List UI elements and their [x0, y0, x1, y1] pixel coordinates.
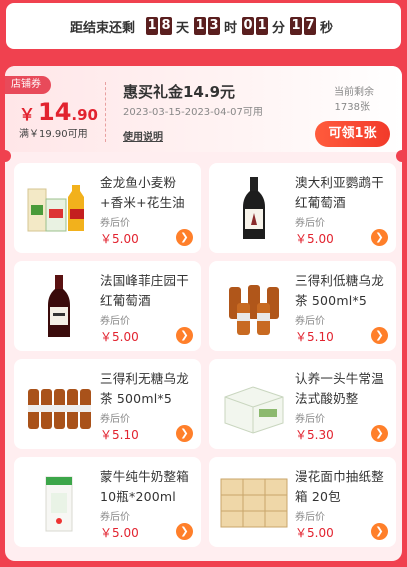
- coupon-notch-right: [396, 150, 402, 162]
- product-price: ￥5.00: [295, 526, 334, 540]
- coupon-amount: ￥ 14 .90: [19, 98, 98, 126]
- remaining-count: 1738张: [334, 102, 370, 113]
- product-name: 三得利无糖乌龙茶 500ml*5: [100, 371, 189, 406]
- hour-digit: 3: [207, 17, 220, 35]
- milk-box-icon: [45, 476, 73, 532]
- tea-bottles-icon: [28, 389, 91, 429]
- second-unit: 秒: [320, 20, 334, 36]
- store-coupon-tag: 店铺券: [5, 76, 51, 94]
- tea-bottles-icon: [229, 285, 279, 335]
- tissue-pack-icon: [220, 478, 288, 528]
- product-grid: 金龙鱼小麦粉+香米+花生油 券后价 ￥5.00 ❯ 澳大利亚鹦鹉干红葡萄酒 券后…: [14, 163, 398, 547]
- price-label: 券后价: [100, 512, 130, 523]
- product-price: ￥5.00: [100, 330, 139, 344]
- countdown-label: 距结束还剩: [69, 20, 135, 36]
- product-name: 漫花面巾抽纸整箱 20包: [295, 469, 384, 504]
- grain-oil-bundle-icon: [27, 185, 84, 232]
- price-label: 券后价: [295, 512, 325, 523]
- price-label: 券后价: [100, 218, 130, 229]
- product-card[interactable]: 三得利无糖乌龙茶 500ml*5 券后价 ￥5.10 ❯: [14, 359, 201, 449]
- product-name: 法国峰菲庄园干红葡萄酒: [100, 273, 189, 308]
- chevron-right-icon[interactable]: ❯: [371, 425, 388, 442]
- product-name: 认养一头牛常温法式酸奶整: [295, 371, 384, 406]
- price-label: 券后价: [100, 414, 130, 425]
- product-card[interactable]: 澳大利亚鹦鹉干红葡萄酒 券后价 ￥5.00 ❯: [209, 163, 396, 253]
- day-digit: 1: [145, 17, 158, 35]
- product-price: ￥5.10: [100, 428, 139, 442]
- product-name: 金龙鱼小麦粉+香米+花生油: [100, 175, 185, 210]
- minute-digit: 0: [242, 17, 254, 35]
- price-label: 券后价: [295, 218, 325, 229]
- yogurt-box-icon: [224, 386, 284, 434]
- product-price: ￥5.00: [100, 232, 139, 246]
- amount-integer: 14: [38, 98, 72, 126]
- coupon-panel: 店铺券 ￥ 14 .90 满￥19.90可用 惠买礼金14.9元 2023-03…: [5, 66, 402, 561]
- min-spend: 满￥19.90可用: [19, 129, 88, 140]
- usage-instructions-link[interactable]: 使用说明: [123, 128, 163, 143]
- product-card[interactable]: 认养一头牛常温法式酸奶整 券后价 ￥5.30 ❯: [209, 359, 396, 449]
- hour-unit: 时: [223, 20, 237, 36]
- product-price: ￥5.10: [295, 330, 334, 344]
- amount-decimal: .90: [71, 106, 98, 124]
- chevron-right-icon[interactable]: ❯: [176, 523, 193, 540]
- product-name: 三得利低糖乌龙茶 500ml*5: [295, 273, 384, 308]
- product-price: ￥5.00: [100, 526, 139, 540]
- remaining-label: 当前剩余: [334, 87, 374, 98]
- coupon-card: 店铺券 ￥ 14 .90 满￥19.90可用 惠买礼金14.9元 2023-03…: [5, 66, 402, 152]
- countdown-bar: 距结束还剩 1 8 天 1 3 时 0 1 分 1 7 秒: [6, 3, 401, 49]
- wine-bottle-icon: [243, 177, 265, 239]
- price-label: 券后价: [295, 414, 325, 425]
- coupon-title: 惠买礼金14.9元: [123, 83, 236, 101]
- chevron-right-icon[interactable]: ❯: [371, 523, 388, 540]
- wine-bottle-icon: [48, 275, 70, 337]
- product-price: ￥5.30: [295, 428, 334, 442]
- claim-coupon-button[interactable]: 可领1张: [315, 121, 390, 147]
- day-unit: 天: [175, 20, 189, 36]
- product-card[interactable]: 三得利低糖乌龙茶 500ml*5 券后价 ￥5.10 ❯: [209, 261, 396, 351]
- price-label: 券后价: [295, 316, 325, 327]
- coupon-divider: [105, 82, 106, 142]
- product-name: 蒙牛纯牛奶整箱 10瓶*200ml: [100, 469, 189, 504]
- product-card[interactable]: 法国峰菲庄园干红葡萄酒 券后价 ￥5.00 ❯: [14, 261, 201, 351]
- chevron-right-icon[interactable]: ❯: [176, 229, 193, 246]
- day-digit: 8: [159, 17, 172, 35]
- product-name: 澳大利亚鹦鹉干红葡萄酒: [295, 175, 384, 210]
- hour-digit: 1: [193, 17, 206, 35]
- product-card[interactable]: 金龙鱼小麦粉+香米+花生油 券后价 ￥5.00 ❯: [14, 163, 201, 253]
- minute-unit: 分: [272, 20, 286, 36]
- currency-symbol: ￥: [19, 105, 36, 124]
- minute-digit: 1: [256, 17, 268, 35]
- second-digit: 1: [290, 17, 303, 35]
- second-digit: 7: [304, 17, 317, 35]
- chevron-right-icon[interactable]: ❯: [371, 327, 388, 344]
- product-card[interactable]: 蒙牛纯牛奶整箱 10瓶*200ml 券后价 ￥5.00 ❯: [14, 457, 201, 547]
- price-label: 券后价: [100, 316, 130, 327]
- product-price: ￥5.00: [295, 232, 334, 246]
- coupon-validity: 2023-03-15-2023-04-07可用: [123, 107, 263, 118]
- product-card[interactable]: 漫花面巾抽纸整箱 20包 券后价 ￥5.00 ❯: [209, 457, 396, 547]
- chevron-right-icon[interactable]: ❯: [176, 425, 193, 442]
- chevron-right-icon[interactable]: ❯: [176, 327, 193, 344]
- chevron-right-icon[interactable]: ❯: [371, 229, 388, 246]
